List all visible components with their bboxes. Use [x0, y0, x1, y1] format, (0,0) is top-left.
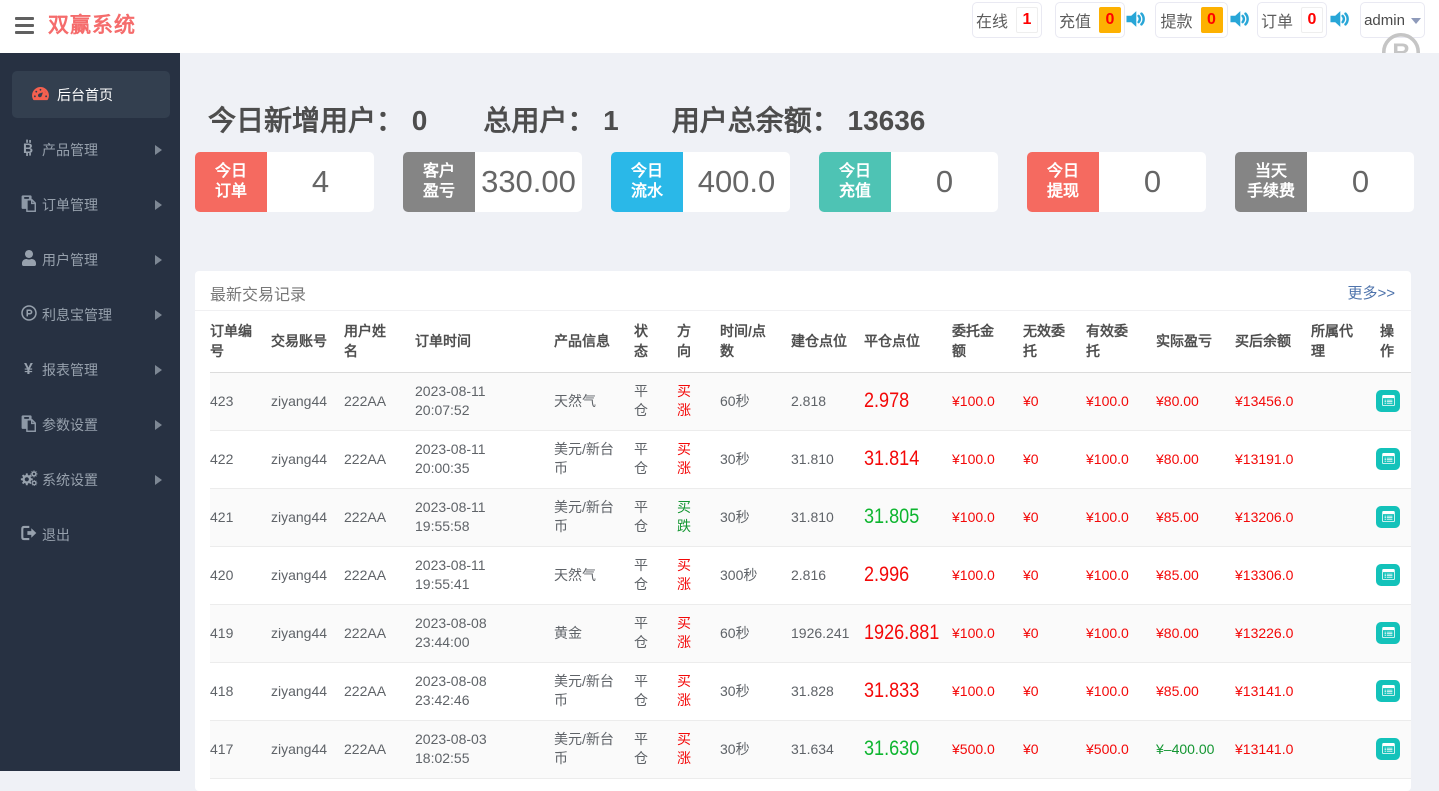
svg-text:B: B — [23, 140, 33, 156]
svg-text:R: R — [1392, 39, 1409, 53]
